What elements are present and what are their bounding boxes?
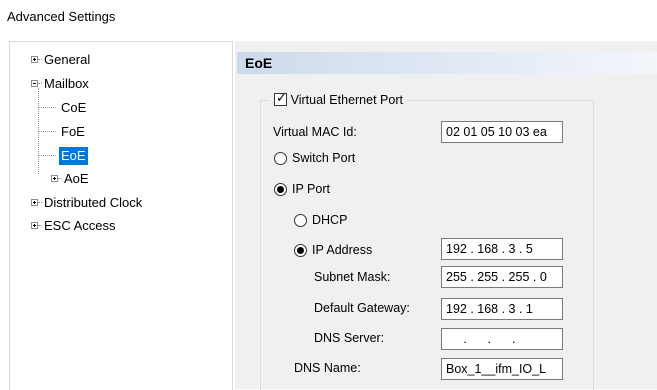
virtual-ethernet-label: Virtual Ethernet Port bbox=[290, 93, 403, 107]
dhcp-radio[interactable] bbox=[294, 214, 307, 227]
window-title: Advanced Settings bbox=[7, 9, 116, 24]
checkmark-icon: ✓ bbox=[276, 90, 287, 105]
subnet-mask-label: Subnet Mask: bbox=[314, 270, 391, 284]
tree-item-distributed-clock[interactable]: Distributed Clock bbox=[42, 194, 144, 212]
virtual-mac-field[interactable]: 02 01 05 10 03 ea bbox=[441, 121, 563, 143]
expand-distributed-clock-icon[interactable] bbox=[31, 199, 38, 206]
dns-name-label: DNS Name: bbox=[294, 361, 361, 375]
expand-esc-access-icon[interactable] bbox=[31, 222, 38, 229]
subnet-mask-field[interactable]: 255 . 255 . 255 . 0 bbox=[441, 266, 563, 288]
section-header: EoE bbox=[237, 52, 657, 74]
tree-item-esc-access[interactable]: ESC Access bbox=[42, 217, 118, 235]
dns-name-field[interactable]: Box_1__ifm_IO_L bbox=[441, 358, 563, 380]
ip-port-label[interactable]: IP Port bbox=[292, 180, 330, 198]
tree-item-aoe[interactable]: AoE bbox=[62, 170, 91, 188]
settings-tree[interactable] bbox=[9, 41, 233, 390]
virtual-ethernet-checkbox[interactable]: ✓ bbox=[274, 90, 287, 106]
dns-server-field[interactable]: . . . bbox=[441, 328, 563, 350]
ip-address-label[interactable]: IP Address bbox=[312, 241, 372, 259]
tree-item-coe[interactable]: CoE bbox=[59, 99, 88, 117]
switch-port-radio[interactable] bbox=[274, 152, 287, 165]
ip-address-radio[interactable] bbox=[294, 244, 307, 257]
expand-aoe-icon[interactable] bbox=[51, 175, 58, 182]
expand-general-icon[interactable] bbox=[31, 56, 38, 63]
ip-address-field[interactable]: 192 . 168 . 3 . 5 bbox=[441, 238, 563, 260]
default-gateway-label: Default Gateway: bbox=[314, 301, 410, 315]
tree-item-mailbox[interactable]: Mailbox bbox=[42, 75, 91, 93]
virtual-mac-label: Virtual MAC Id: bbox=[273, 125, 357, 139]
tree-item-eoe[interactable]: EoE bbox=[59, 147, 88, 165]
dhcp-label[interactable]: DHCP bbox=[312, 211, 347, 229]
switch-port-label[interactable]: Switch Port bbox=[292, 149, 355, 167]
tree-connector bbox=[38, 131, 56, 132]
ip-port-radio[interactable] bbox=[274, 183, 287, 196]
tree-connector bbox=[38, 155, 56, 156]
tree-item-general[interactable]: General bbox=[42, 51, 92, 69]
collapse-mailbox-icon[interactable] bbox=[31, 80, 38, 87]
tree-connector bbox=[38, 107, 56, 108]
virtual-ethernet-legend[interactable]: ✓ Virtual Ethernet Port bbox=[270, 91, 407, 109]
dns-server-label: DNS Server: bbox=[314, 331, 385, 345]
tree-item-foe[interactable]: FoE bbox=[59, 123, 87, 141]
default-gateway-field[interactable]: 192 . 168 . 3 . 1 bbox=[441, 298, 563, 320]
